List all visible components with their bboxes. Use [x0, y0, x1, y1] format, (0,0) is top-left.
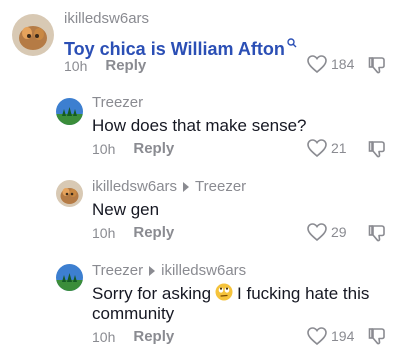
avatar[interactable] [56, 264, 83, 291]
comment-username[interactable]: Treezer [92, 262, 143, 279]
dislike-button[interactable] [368, 223, 388, 248]
comment-text: New gen [92, 200, 160, 219]
comment-username-line: ikilledsw6ars Treezer [92, 178, 246, 195]
search-icon[interactable] [287, 32, 297, 53]
like-button[interactable]: 184 [307, 55, 354, 73]
reply-arrow-icon [149, 265, 156, 276]
reply-button[interactable]: Reply [133, 224, 174, 241]
like-button[interactable]: 194 [307, 327, 354, 345]
like-count: 184 [331, 56, 355, 72]
comment-2: Treezer How does that make sense? 10h Re… [0, 88, 400, 164]
dislike-icon [368, 328, 385, 345]
dislike-button[interactable] [368, 326, 388, 351]
rolling-eyes-emoji [215, 283, 233, 306]
comment-text-part: I fucking hate this [237, 283, 370, 303]
heart-icon [307, 223, 327, 241]
dislike-button[interactable] [368, 139, 388, 164]
comment-4: Treezer ikilledsw6ars Sorry for asking I … [0, 254, 400, 346]
comment-meta: 10h Reply [92, 224, 174, 241]
comment-time: 10h [92, 224, 116, 241]
heart-icon [307, 55, 327, 73]
reply-button[interactable]: Reply [133, 328, 174, 345]
reply-button[interactable]: Reply [105, 57, 146, 74]
like-button[interactable]: 29 [307, 223, 347, 241]
avatar[interactable] [12, 14, 54, 56]
reply-to-username[interactable]: ikilledsw6ars [161, 262, 246, 279]
comment-meta: 10h Reply [92, 140, 174, 157]
avatar-image [56, 180, 83, 207]
comment-time: 10h [64, 57, 88, 74]
dislike-button[interactable] [368, 55, 388, 80]
avatar-image [56, 264, 83, 291]
avatar[interactable] [56, 98, 83, 125]
comment-username[interactable]: Treezer [92, 94, 143, 111]
dislike-icon [368, 141, 385, 158]
comment-time: 10h [92, 140, 116, 157]
dislike-icon [368, 225, 385, 242]
comment-text: Toy chica is William Afton [64, 32, 297, 60]
comment-text-line2: community [92, 304, 175, 323]
dislike-icon [368, 57, 385, 74]
comment-username-line: Treezer ikilledsw6ars [92, 262, 246, 279]
avatar[interactable] [56, 180, 83, 207]
comment-meta: 10h Reply [64, 57, 146, 74]
comment-1: ikilledsw6ars Toy chica is William Afton… [0, 0, 400, 80]
comment-username[interactable]: ikilledsw6ars [64, 10, 149, 27]
comment-time: 10h [92, 328, 116, 345]
reply-button[interactable]: Reply [133, 140, 174, 157]
like-count: 21 [331, 140, 347, 156]
avatar-image [12, 14, 54, 56]
comment-text-part: Sorry for asking [92, 283, 212, 303]
comment-username[interactable]: ikilledsw6ars [92, 178, 177, 195]
comment-text: How does that make sense? [92, 116, 307, 135]
heart-icon [307, 327, 327, 345]
reply-to-username[interactable]: Treezer [195, 178, 246, 195]
heart-icon [307, 139, 327, 157]
comment-text: Sorry for asking I fucking hate this [92, 283, 369, 306]
like-button[interactable]: 21 [307, 139, 347, 157]
avatar-image [56, 98, 83, 125]
like-count: 29 [331, 224, 347, 240]
comment-3: ikilledsw6ars Treezer New gen 10h Reply … [0, 170, 400, 250]
comment-text-link[interactable]: Toy chica is William Afton [64, 39, 285, 59]
reply-arrow-icon [183, 181, 190, 192]
like-count: 194 [331, 328, 355, 344]
comment-meta: 10h Reply [92, 328, 174, 345]
